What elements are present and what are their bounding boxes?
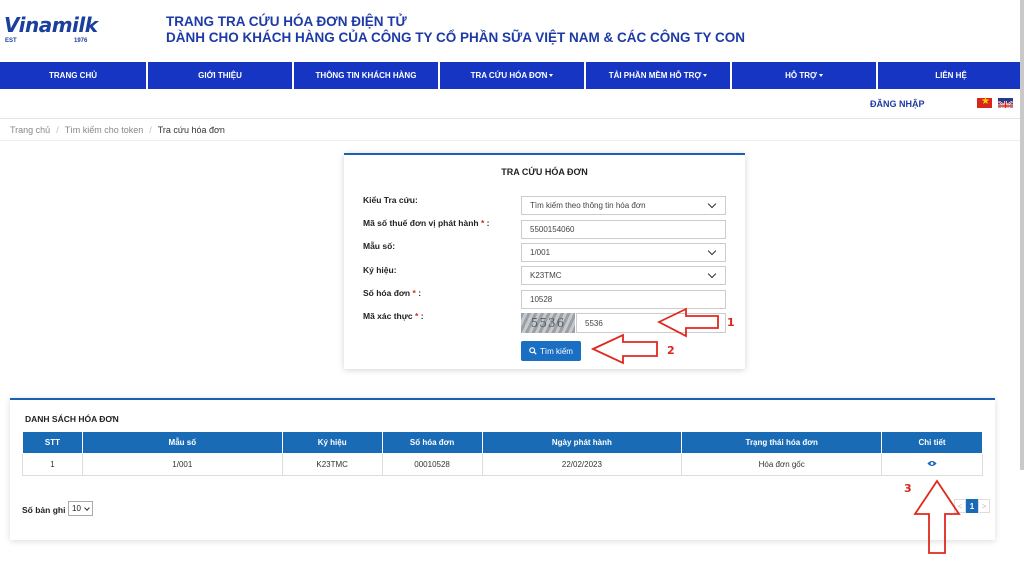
annotation-arrow-icon xyxy=(656,307,719,338)
annotation-label-1: 1 xyxy=(727,316,735,329)
annotation-label-2: 2 xyxy=(667,344,675,357)
annotation-arrow-icon xyxy=(590,333,658,365)
annotation-arrow-icon xyxy=(913,479,961,554)
page: Vinamilk EST 1976 TRANG TRA CỨU HÓA ĐƠN … xyxy=(0,0,1024,576)
annotation-arrows xyxy=(590,307,961,554)
annotation-label-3: 3 xyxy=(904,482,912,495)
page-scrollbar[interactable] xyxy=(1020,0,1024,470)
